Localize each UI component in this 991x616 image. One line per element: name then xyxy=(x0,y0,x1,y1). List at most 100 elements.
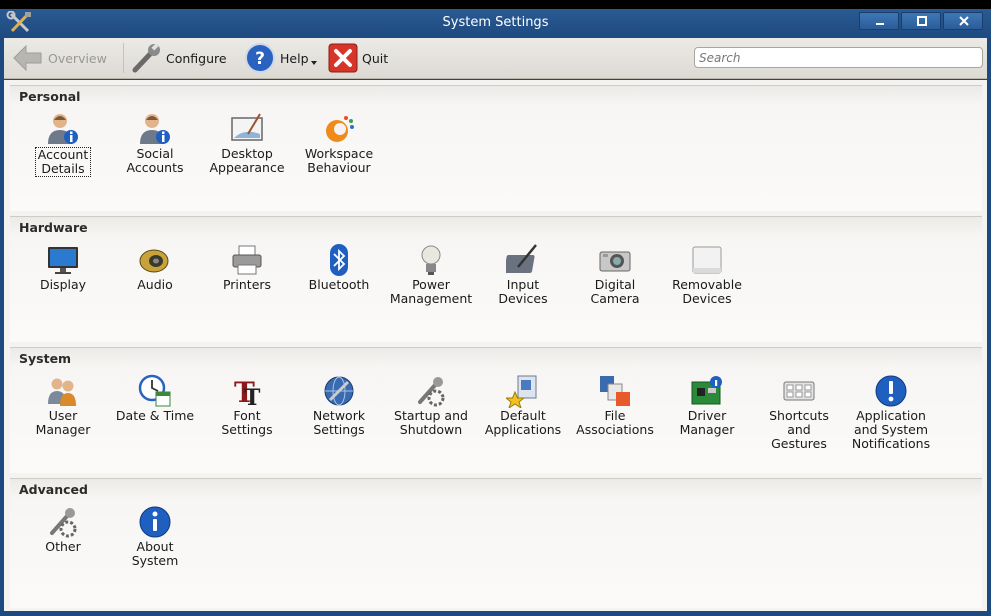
chevron-down-icon[interactable] xyxy=(309,48,319,68)
startup-shutdown-item[interactable]: Startup and Shutdown xyxy=(385,374,477,437)
item-label: Social Accounts xyxy=(126,146,184,175)
date-time-item[interactable]: Date & Time xyxy=(109,374,201,423)
item-label: Display xyxy=(39,277,87,292)
power-management-item[interactable]: Power Management xyxy=(385,243,477,306)
camera-icon xyxy=(599,251,631,272)
social-accounts-item[interactable]: Social Accounts xyxy=(109,112,201,175)
file-associations-icon xyxy=(600,376,630,406)
quit-icon xyxy=(328,43,358,73)
info-icon xyxy=(139,506,171,538)
item-label: Default Applications xyxy=(484,408,562,437)
overview-label: Overview xyxy=(48,50,107,66)
back-arrow-icon xyxy=(13,44,42,72)
item-label: File Associations xyxy=(576,408,654,437)
user-manager-item[interactable]: User Manager xyxy=(17,374,109,437)
quit-label: Quit xyxy=(362,50,389,66)
section-title: Personal xyxy=(19,89,81,104)
users-icon xyxy=(48,378,76,406)
minimize-button[interactable] xyxy=(859,12,899,30)
toolbar: Overview Configure ? Help Quit xyxy=(4,38,987,79)
printer-icon xyxy=(232,245,262,275)
keyboard-keys-icon xyxy=(783,381,815,401)
font-settings-item[interactable]: T T Font Settings xyxy=(201,374,293,437)
item-label: Network Settings xyxy=(312,408,366,437)
item-label: Application and System Notifications xyxy=(851,408,931,451)
item-label: Audio xyxy=(137,277,173,292)
svg-text:?: ? xyxy=(255,49,265,69)
removable-drive-icon xyxy=(692,246,722,274)
application-system-notifications-item[interactable]: Application and System Notifications xyxy=(845,374,937,451)
driver-manager-item[interactable]: Driver Manager xyxy=(661,374,753,437)
circuit-board-icon xyxy=(691,376,722,405)
help-label: Help xyxy=(280,50,309,66)
item-label: Removable Devices xyxy=(672,277,742,306)
item-label: Input Devices xyxy=(498,277,548,306)
item-label: Startup and Shutdown xyxy=(394,408,468,437)
about-system-item[interactable]: About System xyxy=(109,505,201,568)
bluetooth-item[interactable]: Bluetooth xyxy=(293,243,385,292)
item-label: Power Management xyxy=(389,277,473,306)
printers-item[interactable]: Printers xyxy=(201,243,293,292)
section-title: System xyxy=(19,351,72,366)
clock-calendar-icon xyxy=(138,374,171,407)
item-label: Driver Manager xyxy=(679,408,735,437)
close-icon xyxy=(959,16,969,26)
overview-button[interactable]: Overview xyxy=(12,41,107,75)
section-hardware: Hardware Display Audio Printers Bluetoot… xyxy=(10,216,982,342)
tablet-pen-icon xyxy=(506,244,537,273)
item-label: User Manager xyxy=(35,408,91,437)
wrench-gear-icon xyxy=(50,508,77,538)
digital-camera-item[interactable]: Digital Camera xyxy=(569,243,661,306)
desktop-appearance-item[interactable]: Desktop Appearance xyxy=(201,112,293,175)
quit-button[interactable]: Quit xyxy=(328,41,388,75)
configure-button[interactable]: Configure xyxy=(130,41,227,75)
input-devices-item[interactable]: Input Devices xyxy=(477,243,569,306)
other-item[interactable]: Other xyxy=(17,505,109,554)
removable-devices-item[interactable]: Removable Devices xyxy=(661,243,753,306)
file-associations-item[interactable]: File Associations xyxy=(569,374,661,437)
item-label: About System xyxy=(131,539,179,568)
default-apps-icon xyxy=(506,375,537,408)
item-label: Desktop Appearance xyxy=(209,146,285,175)
item-label: Digital Camera xyxy=(590,277,640,306)
default-applications-item[interactable]: Default Applications xyxy=(477,374,569,437)
help-button[interactable]: ? Help xyxy=(244,41,319,75)
wrench-gear-icon xyxy=(418,377,445,407)
display-item[interactable]: Display xyxy=(17,243,109,292)
account-details-item[interactable]: Account Details xyxy=(17,112,109,177)
item-label: Bluetooth xyxy=(308,277,370,292)
close-button[interactable] xyxy=(943,12,983,30)
section-title: Advanced xyxy=(19,482,88,497)
item-label: Printers xyxy=(222,277,272,292)
social-accounts-icon xyxy=(140,114,170,144)
window-title: System Settings xyxy=(442,15,549,30)
speaker-icon xyxy=(139,249,169,273)
item-label: Account Details xyxy=(34,147,92,177)
audio-item[interactable]: Audio xyxy=(109,243,201,292)
settings-content: Personal AccountDetails SocialAccounts xyxy=(4,80,987,611)
wrench-icon xyxy=(132,43,160,73)
maximize-button[interactable] xyxy=(901,12,941,30)
item-label: Font Settings xyxy=(221,408,273,437)
help-icon: ? xyxy=(245,43,275,73)
title-bar[interactable]: System Settings xyxy=(0,9,991,38)
section-title: Hardware xyxy=(19,220,88,235)
search-input[interactable] xyxy=(694,47,983,68)
workspace-behaviour-item[interactable]: Workspace Behaviour xyxy=(293,112,385,175)
network-settings-item[interactable]: Network Settings xyxy=(293,374,385,437)
configure-label: Configure xyxy=(166,50,227,66)
item-label: Date & Time xyxy=(115,408,195,423)
item-label: Other xyxy=(45,539,81,554)
font-icon: T T xyxy=(234,376,261,408)
bluetooth-icon xyxy=(330,244,348,276)
section-advanced: Advanced Other About System xyxy=(10,478,982,608)
canvas-easel-icon xyxy=(231,113,263,141)
system-settings-window: System Settings Overview Configure ? Hel… xyxy=(0,9,991,616)
light-bulb-icon xyxy=(421,245,441,275)
maximize-icon xyxy=(917,16,927,26)
notification-exclamation-icon xyxy=(875,375,907,407)
shortcuts-gestures-item[interactable]: Shortcuts and Gestures xyxy=(753,374,845,451)
network-globe-icon xyxy=(324,376,354,406)
monitor-icon xyxy=(48,247,78,274)
item-label: Workspace Behaviour xyxy=(304,146,374,175)
